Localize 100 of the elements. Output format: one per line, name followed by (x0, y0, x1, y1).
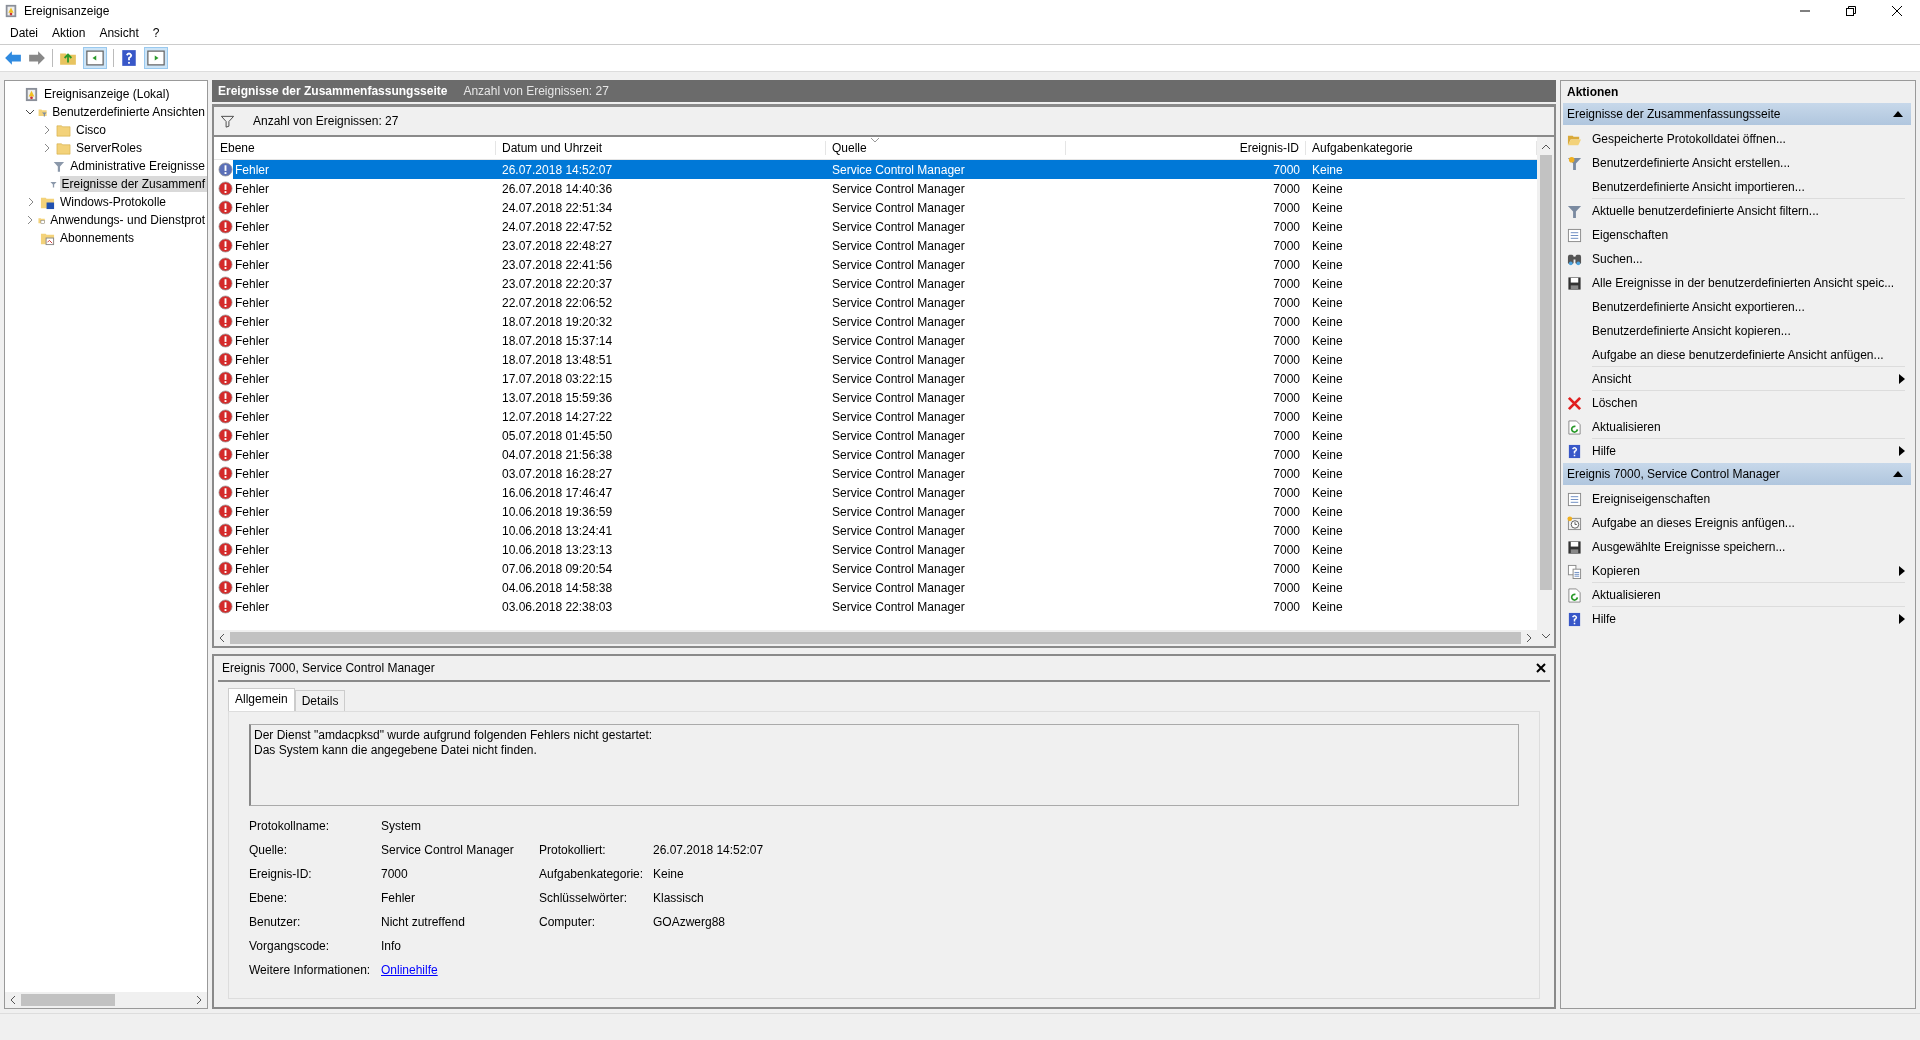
forward-arrow-icon[interactable] (28, 49, 46, 67)
table-row[interactable]: Fehler (233, 426, 496, 445)
table-row[interactable]: Fehler (233, 388, 496, 407)
section-header[interactable]: Ereignisse der Zusammenfassungsseite (1563, 103, 1911, 125)
table-row[interactable]: Fehler (233, 445, 496, 464)
scroll-left-icon[interactable] (218, 634, 226, 642)
help-icon[interactable] (120, 49, 138, 67)
tree-item[interactable]: Cisco (74, 122, 108, 138)
action-item[interactable]: Aufgabe an diese benutzerdefinierte Ansicht anfügen... (1592, 343, 1905, 367)
table-cell-text: 13.07.2018 15:59:36 (501, 389, 614, 407)
table-cell-text: Keine (1311, 256, 1344, 274)
scroll-right-icon[interactable] (195, 996, 203, 1004)
table-row[interactable]: Fehler (233, 236, 496, 255)
action-item[interactable]: Benutzerdefinierte Ansicht importieren... (1592, 175, 1905, 199)
scroll-left-icon[interactable] (9, 996, 17, 1004)
action-item[interactable]: Benutzerdefinierte Ansicht exportieren... (1592, 295, 1905, 319)
table-cell-text: Keine (1311, 465, 1344, 483)
restore-icon[interactable] (1846, 6, 1856, 16)
table-row[interactable]: Fehler (233, 331, 496, 350)
action-item[interactable]: Aufgabe an dieses Ereignis anfügen... (1592, 511, 1905, 535)
column-header[interactable]: Quelle (826, 141, 1066, 155)
table-row[interactable]: Fehler (233, 179, 496, 198)
menu-item[interactable]: Aktion (52, 26, 86, 40)
scroll-up-icon[interactable] (1541, 143, 1550, 151)
app-icon (4, 4, 18, 18)
tree-item[interactable]: Administrative Ereignisse (68, 158, 207, 174)
collapse-chevron-icon[interactable] (25, 107, 35, 117)
table-row[interactable]: Fehler (233, 578, 496, 597)
expand-chevron-icon[interactable] (26, 197, 36, 207)
tree-item[interactable]: Abonnements (58, 230, 137, 246)
scroll-right-icon[interactable] (1525, 634, 1533, 642)
help-link[interactable]: Onlinehilfe (381, 963, 438, 977)
folder-icon (56, 140, 71, 156)
show-action-pane-icon[interactable] (144, 47, 168, 69)
action-item[interactable]: Aktuelle benutzerdefinierte Ansicht filtern... (1592, 199, 1905, 223)
table-row[interactable]: Fehler (233, 274, 496, 293)
table-row[interactable]: Fehler (233, 559, 496, 578)
section-header[interactable]: Ereignis 7000, Service Control Manager (1563, 463, 1911, 485)
table-row[interactable]: Fehler (233, 217, 496, 236)
tree-item[interactable]: Ereignisse der Zusammenf (59, 176, 207, 192)
table-row[interactable]: Fehler (233, 293, 496, 312)
tab[interactable]: Allgemein (228, 688, 295, 711)
close-icon[interactable] (1536, 663, 1546, 673)
field-label: Ereignis-ID: (249, 866, 313, 882)
close-icon[interactable] (1892, 6, 1902, 16)
show-pane-icon[interactable] (83, 47, 107, 69)
action-item[interactable]: Aktualisieren (1592, 583, 1905, 607)
back-arrow-icon[interactable] (4, 49, 22, 67)
expand-chevron-icon[interactable] (42, 125, 52, 135)
table-row[interactable]: Fehler (233, 483, 496, 502)
action-item[interactable]: Alle Ereignisse in der benutzerdefinierten Ansicht speic... (1592, 271, 1905, 295)
table-cell-text: Keine (1311, 579, 1344, 597)
expand-chevron-icon[interactable] (25, 215, 35, 225)
action-item[interactable]: Aktualisieren (1592, 415, 1905, 439)
menu-item[interactable]: ? (152, 26, 160, 40)
table-row[interactable]: Fehler (233, 407, 496, 426)
tree-item[interactable]: Benutzerdefinierte Ansichten (50, 104, 207, 120)
scroll-down-icon[interactable] (1541, 632, 1550, 640)
table-row[interactable]: Fehler (233, 350, 496, 369)
table-row[interactable]: Fehler (233, 540, 496, 559)
tree-item[interactable]: Anwendungs- und Dienstprot (48, 212, 207, 228)
action-item[interactable]: Eigenschaften (1592, 223, 1905, 247)
action-item[interactable]: Hilfe (1592, 607, 1905, 631)
action-item[interactable]: Ereigniseigenschaften (1592, 487, 1905, 511)
table-row[interactable]: Fehler (233, 502, 496, 521)
table-row[interactable]: Fehler (233, 160, 496, 179)
menu-item[interactable]: Ansicht (99, 26, 139, 40)
action-item[interactable]: Benutzerdefinierte Ansicht erstellen... (1592, 151, 1905, 175)
action-item[interactable]: Löschen (1592, 391, 1905, 415)
table-row[interactable]: Fehler (233, 198, 496, 217)
submenu-arrow-icon (1899, 373, 1905, 384)
expand-chevron-icon[interactable] (42, 143, 52, 153)
table-row[interactable]: Fehler (233, 597, 496, 616)
table-row[interactable]: Fehler (233, 521, 496, 540)
tree-item[interactable]: Windows-Protokolle (58, 194, 169, 210)
action-item[interactable]: Hilfe (1592, 439, 1905, 463)
collapse-arrow-icon[interactable] (1893, 471, 1903, 477)
horizontal-scrollbar[interactable] (5, 992, 207, 1008)
tab[interactable]: Details (294, 690, 346, 711)
field-value: 7000 (381, 866, 409, 882)
menu-item[interactable]: Datei (10, 26, 38, 40)
action-item[interactable]: Benutzerdefinierte Ansicht kopieren... (1592, 319, 1905, 343)
table-cell-text: 7000 (1272, 218, 1301, 236)
horizontal-scrollbar[interactable] (214, 630, 1537, 646)
table-row[interactable]: Fehler (233, 255, 496, 274)
vertical-scrollbar[interactable] (1537, 137, 1554, 646)
action-item[interactable]: Ansicht (1592, 367, 1905, 391)
action-item[interactable]: Kopieren (1592, 559, 1905, 583)
action-item[interactable]: Gespeicherte Protokolldatei öffnen... (1592, 127, 1905, 151)
column-header[interactable]: Ereignis-ID (1066, 141, 1306, 155)
table-row[interactable]: Fehler (233, 312, 496, 331)
action-item[interactable]: Ausgewählte Ereignisse speichern... (1592, 535, 1905, 559)
column-header[interactable]: Datum und Uhrzeit (496, 141, 826, 155)
collapse-arrow-icon[interactable] (1893, 111, 1903, 117)
tree-item[interactable]: Ereignisanzeige (Lokal) (42, 86, 172, 102)
table-row[interactable]: Fehler (233, 464, 496, 483)
tree-item[interactable]: ServerRoles (74, 140, 145, 156)
column-header[interactable]: Ebene (214, 141, 496, 155)
action-item[interactable]: Suchen... (1592, 247, 1905, 271)
table-row[interactable]: Fehler (233, 369, 496, 388)
